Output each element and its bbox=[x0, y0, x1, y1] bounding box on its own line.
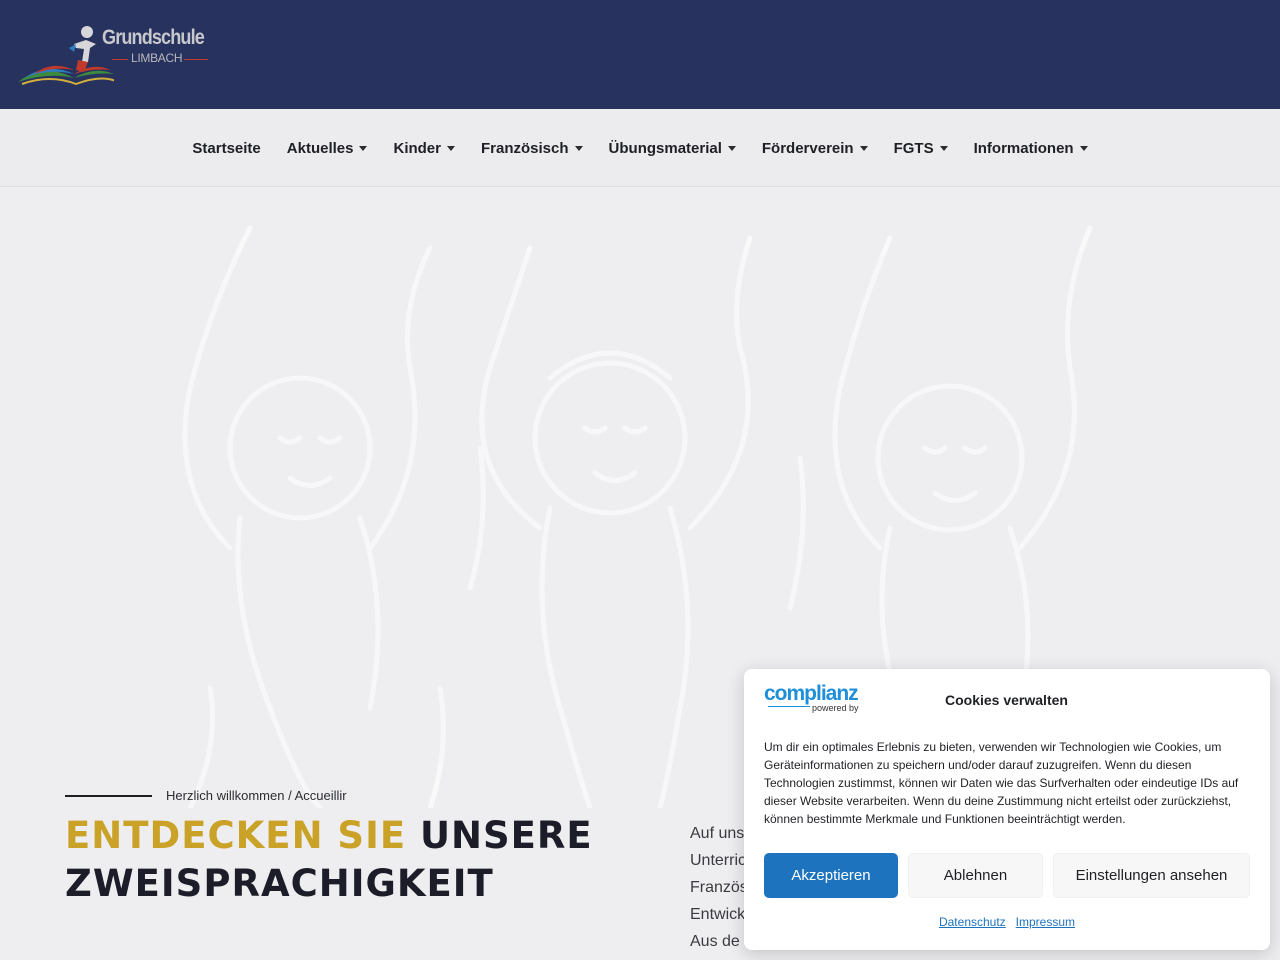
caret-down-icon bbox=[574, 145, 583, 151]
hero-subtitle: Herzlich willkommen / Accueillir bbox=[166, 788, 347, 803]
cookie-consent-dialog: complianz powered by Cookies verwalten U… bbox=[744, 669, 1270, 950]
cookie-dialog-message: Um dir ein optimales Erlebnis zu bieten,… bbox=[764, 740, 1239, 826]
hero-subtitle-row: Herzlich willkommen / Accueillir bbox=[65, 788, 347, 803]
logo-divider bbox=[184, 59, 208, 60]
cookie-dialog-links: Datenschutz Impressum bbox=[744, 915, 1270, 929]
nav-item-label: Französisch bbox=[481, 139, 569, 157]
caret-down-icon bbox=[939, 145, 948, 151]
caret-down-icon bbox=[447, 145, 455, 151]
nav-item-startseite[interactable]: Startseite bbox=[179, 109, 273, 187]
logo-book-icon bbox=[18, 26, 114, 86]
caret-down-icon bbox=[727, 145, 736, 151]
imprint-link[interactable]: Impressum bbox=[1016, 915, 1075, 929]
nav-item-label: Kinder bbox=[393, 139, 441, 157]
subtitle-divider bbox=[65, 794, 152, 797]
caret-down-icon bbox=[1079, 145, 1088, 151]
cookie-dialog-title: Cookies verwalten bbox=[945, 692, 1068, 708]
logo-subtitle: LIMBACH bbox=[131, 51, 183, 65]
site-header: Grundschule LIMBACH bbox=[0, 0, 1280, 109]
complianz-powered-by: powered by bbox=[812, 703, 859, 713]
site-logo[interactable]: Grundschule LIMBACH bbox=[14, 22, 224, 88]
nav-item-label: Aktuelles bbox=[286, 139, 354, 157]
nav-item-kinder[interactable]: Kinder bbox=[380, 109, 468, 187]
nav-item-label: Startseite bbox=[192, 139, 261, 157]
nav-item-label: FGTS bbox=[893, 139, 934, 157]
hero-headline: ENTDECKEN SIE UNSERE ZWEISPRACHIGKEIT bbox=[65, 812, 665, 908]
complianz-logo: complianz powered by bbox=[764, 682, 859, 714]
logo-title: Grundschule bbox=[102, 26, 205, 49]
deny-button[interactable]: Ablehnen bbox=[908, 853, 1043, 898]
nav-item-übungsmaterial[interactable]: Übungsmaterial bbox=[596, 109, 749, 187]
complianz-logo-word: complianz bbox=[764, 682, 859, 705]
accept-button[interactable]: Akzeptieren bbox=[764, 853, 898, 898]
complianz-logo-underline bbox=[768, 706, 810, 707]
nav-item-fgts[interactable]: FGTS bbox=[881, 109, 961, 187]
main-nav: Startseite Aktuelles Kinder Französisch Übun… bbox=[0, 109, 1280, 187]
nav-item-förderverein[interactable]: Förderverein bbox=[749, 109, 881, 187]
nav-item-informationen[interactable]: Informationen bbox=[961, 109, 1101, 187]
nav-item-französisch[interactable]: Französisch bbox=[468, 109, 596, 187]
nav-item-label: Förderverein bbox=[761, 139, 854, 157]
logo-divider bbox=[112, 59, 128, 60]
caret-down-icon bbox=[359, 145, 368, 151]
privacy-link[interactable]: Datenschutz bbox=[939, 915, 1006, 929]
nav-item-label: Informationen bbox=[973, 139, 1074, 157]
nav-item-label: Übungsmaterial bbox=[608, 139, 722, 157]
view-settings-button[interactable]: Einstellungen ansehen bbox=[1053, 853, 1250, 898]
hero-headline-accent: ENTDECKEN SIE bbox=[65, 814, 407, 857]
nav-item-aktuelles[interactable]: Aktuelles bbox=[274, 109, 381, 187]
caret-down-icon bbox=[859, 145, 868, 151]
